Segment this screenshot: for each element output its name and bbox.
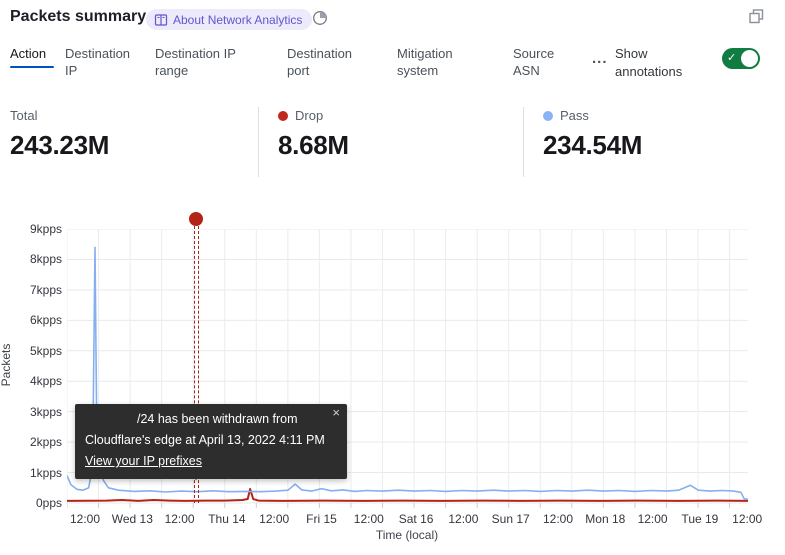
tab-destination-ip-range[interactable]: Destination IP range (155, 45, 251, 79)
x-tick-label: Sat 16 (399, 512, 434, 526)
stat-drop-value: 8.68M (278, 130, 349, 161)
check-icon: ✓ (727, 51, 736, 64)
stat-total-value: 243.23M (10, 130, 109, 161)
y-tick-label: 9kpps (0, 222, 62, 236)
show-annotations-toggle[interactable]: ✓ (722, 48, 760, 69)
toggle-knob (741, 50, 758, 67)
tab-source-asn[interactable]: Source ASN (513, 45, 573, 79)
x-tick-label: 12:00 (638, 512, 668, 526)
y-tick-label: 2kpps (0, 435, 62, 449)
x-tick-label: 12:00 (165, 512, 195, 526)
about-network-analytics-badge[interactable]: About Network Analytics (146, 9, 312, 30)
x-axis-title: Time (local) (376, 528, 438, 542)
y-tick-label: 3kpps (0, 405, 62, 419)
x-tick-label: 12:00 (543, 512, 573, 526)
y-tick-label: 7kpps (0, 283, 62, 297)
tab-destination-port[interactable]: Destination port (287, 45, 367, 79)
book-icon (154, 13, 168, 27)
x-tick-label: 12:00 (448, 512, 478, 526)
tab-destination-ip[interactable]: Destination IP (65, 45, 145, 79)
y-tick-label: 8kpps (0, 252, 62, 266)
x-tick-label: Tue 19 (681, 512, 718, 526)
x-tick-label: 12:00 (354, 512, 384, 526)
stat-divider (523, 107, 524, 177)
x-tick-label: 12:00 (732, 512, 762, 526)
page-title: Packets summary (10, 8, 146, 26)
view-ip-prefixes-link[interactable]: View your IP prefixes (85, 451, 202, 472)
stat-total-label: Total (10, 108, 37, 123)
tooltip-text-line1: /24 has been withdrawn from (85, 409, 335, 430)
more-tabs-button[interactable]: ... (592, 50, 608, 67)
annotation-tooltip: × /24 has been withdrawn from Cloudflare… (75, 404, 347, 479)
x-tick-label: Thu 14 (208, 512, 245, 526)
x-tick-label: Sun 17 (492, 512, 530, 526)
stat-drop-label: Drop (295, 108, 323, 123)
tab-mitigation-system[interactable]: Mitigation system (397, 45, 479, 79)
tooltip-close-icon[interactable]: × (332, 406, 340, 419)
stat-drop: Drop 8.68M (278, 108, 349, 161)
annotation-marker-dot[interactable] (189, 212, 203, 226)
stat-pass: Pass 234.54M (543, 108, 642, 161)
y-tick-label: 1kpps (0, 466, 62, 480)
stat-divider (258, 107, 259, 177)
y-tick-label: 0pps (0, 496, 62, 510)
y-tick-label: 4kpps (0, 374, 62, 388)
x-tick-label: Mon 18 (585, 512, 625, 526)
pass-legend-dot (543, 111, 553, 121)
tab-action[interactable]: Action (10, 45, 54, 68)
tooltip-text-line2: Cloudflare's edge at April 13, 2022 4:11… (85, 430, 335, 451)
y-tick-label: 5kpps (0, 344, 62, 358)
stat-pass-label: Pass (560, 108, 589, 123)
about-badge-label: About Network Analytics (173, 13, 302, 27)
expand-window-icon[interactable] (748, 8, 765, 25)
x-tick-label: Fri 15 (306, 512, 337, 526)
x-tick-label: Wed 13 (112, 512, 153, 526)
time-range-icon[interactable] (312, 10, 328, 26)
tooltip-caret (187, 470, 205, 480)
x-tick-label: 12:00 (70, 512, 100, 526)
drop-legend-dot (278, 111, 288, 121)
show-annotations-label: Show annotations (615, 45, 701, 81)
stat-pass-value: 234.54M (543, 130, 642, 161)
y-tick-label: 6kpps (0, 313, 62, 327)
stat-total: Total 243.23M (10, 108, 109, 161)
x-tick-label: 12:00 (259, 512, 289, 526)
